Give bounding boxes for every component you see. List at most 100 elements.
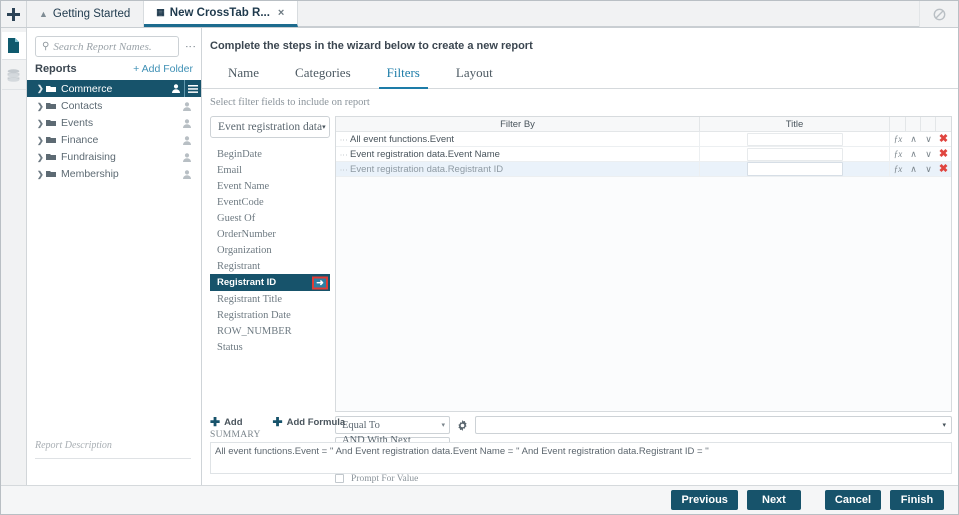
cell-title[interactable] [700, 132, 890, 146]
field-item-registrant-id[interactable]: Registrant ID ➜ [210, 274, 330, 291]
move-up-button[interactable]: ∧ [906, 162, 921, 176]
tab-filters[interactable]: Filters [369, 62, 438, 89]
filter-area: Filter By Title ⋮ All event functions.Ev… [335, 116, 952, 485]
add-folder-button[interactable]: + Add Folder [133, 63, 193, 75]
chevron-right-icon[interactable]: ❯ [37, 84, 46, 93]
search-input[interactable]: ⚲ Search Report Names. [35, 36, 179, 57]
cell-title[interactable] [700, 162, 890, 176]
operator-select[interactable]: Equal To ▾ [335, 416, 450, 434]
tree-item-commerce[interactable]: ❯ Commerce [27, 80, 201, 97]
field-item-ordernumber[interactable]: OrderNumber [210, 226, 330, 242]
chevron-down-icon: ▾ [322, 124, 326, 131]
formula-button[interactable]: ƒx [890, 162, 906, 176]
add-button[interactable]: ✚ Add [210, 416, 243, 428]
operator-value: Equal To [342, 419, 380, 431]
tab-new-crosstab-report[interactable]: ▦ New CrossTab R... × [144, 1, 299, 27]
tree-item-menu-button[interactable] [184, 80, 201, 97]
rail-document-button[interactable] [1, 32, 26, 60]
title-input[interactable] [746, 162, 843, 176]
field-item-registrant[interactable]: Registrant [210, 258, 330, 274]
drag-handle-icon[interactable]: ⋮ [339, 166, 348, 172]
tree-item-contacts[interactable]: ❯ Contacts [33, 98, 195, 114]
field-item-event-name[interactable]: Event Name [210, 178, 330, 194]
field-item-organization[interactable]: Organization [210, 242, 330, 258]
tree-item-label: Membership [61, 168, 119, 180]
table-row[interactable]: ⋮ Event registration data.Event Name ƒx … [336, 147, 951, 162]
plus-icon: ✚ [272, 415, 283, 429]
field-item-row-number[interactable]: ROW_NUMBER [210, 323, 330, 339]
column-header-formula [890, 117, 906, 131]
data-source-label: Event registration data [218, 121, 323, 133]
plus-icon: ✚ [210, 415, 221, 429]
new-item-button[interactable] [1, 1, 27, 27]
tree-item-membership[interactable]: ❯ Membership [33, 166, 195, 182]
delete-icon: ✖ [938, 147, 949, 160]
delete-button[interactable]: ✖ [936, 147, 951, 161]
add-formula-button[interactable]: ✚ Add Formula [273, 416, 346, 428]
tab-name[interactable]: Name [210, 62, 277, 88]
rail-database-button[interactable] [1, 62, 26, 90]
tab-categories[interactable]: Categories [277, 62, 369, 88]
cancel-button[interactable]: Cancel [824, 490, 881, 510]
chevron-down-icon: ▾ [441, 421, 445, 429]
application-window: ▲ Getting Started ▦ New CrossTab R... × [0, 0, 959, 515]
delete-button[interactable]: ✖ [936, 132, 951, 146]
tab-layout[interactable]: Layout [438, 62, 511, 88]
field-item-registrant-title[interactable]: Registrant Title [210, 291, 330, 307]
cell-filter-by: ⋮ Event registration data.Registrant ID [336, 162, 700, 176]
next-button[interactable]: Next [746, 490, 801, 510]
field-item-email[interactable]: Email [210, 162, 330, 178]
chevron-right-icon[interactable]: ❯ [37, 170, 46, 179]
folder-icon [46, 136, 56, 144]
no-access-button[interactable] [919, 1, 958, 27]
sidebar-menu-button[interactable]: ⋮ [183, 41, 196, 52]
tree-item-events[interactable]: ❯ Events [33, 115, 195, 131]
filter-by-text: Event registration data.Registrant ID [350, 163, 504, 175]
report-description-field[interactable]: Report Description [35, 440, 191, 459]
tree-item-finance[interactable]: ❯ Finance [33, 132, 195, 148]
chevron-right-icon[interactable]: ❯ [37, 136, 46, 145]
formula-button[interactable]: ƒx [890, 147, 906, 161]
chevron-right-icon[interactable]: ❯ [37, 102, 46, 111]
add-actions: ✚ Add ✚ Add Formula [210, 416, 345, 428]
prompt-for-value-checkbox[interactable] [335, 474, 344, 483]
close-icon[interactable]: × [278, 7, 284, 19]
field-item-begindate[interactable]: BeginDate [210, 146, 330, 162]
move-down-button[interactable]: ∨ [921, 147, 936, 161]
move-down-button[interactable]: ∨ [921, 162, 936, 176]
wizard-tabs: Name Categories Filters Layout [202, 62, 958, 89]
move-up-button[interactable]: ∧ [906, 147, 921, 161]
previous-button[interactable]: Previous [671, 490, 738, 510]
tree-item-label: Fundraising [61, 151, 116, 163]
drag-handle-icon[interactable]: ⋮ [339, 136, 348, 142]
field-item-status[interactable]: Status [210, 339, 330, 355]
field-item-eventcode[interactable]: EventCode [210, 194, 330, 210]
data-source-select[interactable]: Event registration data ▾ [210, 116, 330, 138]
field-item-registration-date[interactable]: Registration Date [210, 307, 330, 323]
field-item-guest-of[interactable]: Guest Of [210, 210, 330, 226]
table-row[interactable]: ⋮ Event registration data.Registrant ID … [336, 162, 951, 177]
person-icon [181, 152, 193, 162]
title-input[interactable] [746, 132, 843, 146]
filter-value-select[interactable]: ▾ [475, 416, 952, 434]
reports-label: Reports [35, 63, 77, 75]
table-row[interactable]: ⋮ All event functions.Event ƒx ∧ ∨ ✖ [336, 132, 951, 147]
finish-button[interactable]: Finish [890, 490, 944, 510]
operator-row: Equal To ▾ ▾ [335, 416, 952, 434]
add-label: Add [224, 416, 243, 428]
tab-getting-started[interactable]: ▲ Getting Started [27, 1, 145, 27]
move-up-button[interactable]: ∧ [906, 132, 921, 146]
filter-settings-button[interactable] [455, 418, 470, 433]
tree-item-fundraising[interactable]: ❯ Fundraising [33, 149, 195, 165]
add-field-button[interactable]: ➜ [312, 276, 328, 289]
chevron-right-icon[interactable]: ❯ [37, 119, 46, 128]
drag-handle-icon[interactable]: ⋮ [339, 151, 348, 157]
formula-button[interactable]: ƒx [890, 132, 906, 146]
cell-title[interactable] [700, 147, 890, 161]
chevron-right-icon[interactable]: ❯ [37, 153, 46, 162]
move-down-button[interactable]: ∨ [921, 132, 936, 146]
delete-button[interactable]: ✖ [936, 162, 951, 176]
title-input[interactable] [746, 147, 843, 161]
select-filter-hint: Select filter fields to include on repor… [210, 97, 370, 108]
tab-label: Getting Started [52, 8, 131, 20]
